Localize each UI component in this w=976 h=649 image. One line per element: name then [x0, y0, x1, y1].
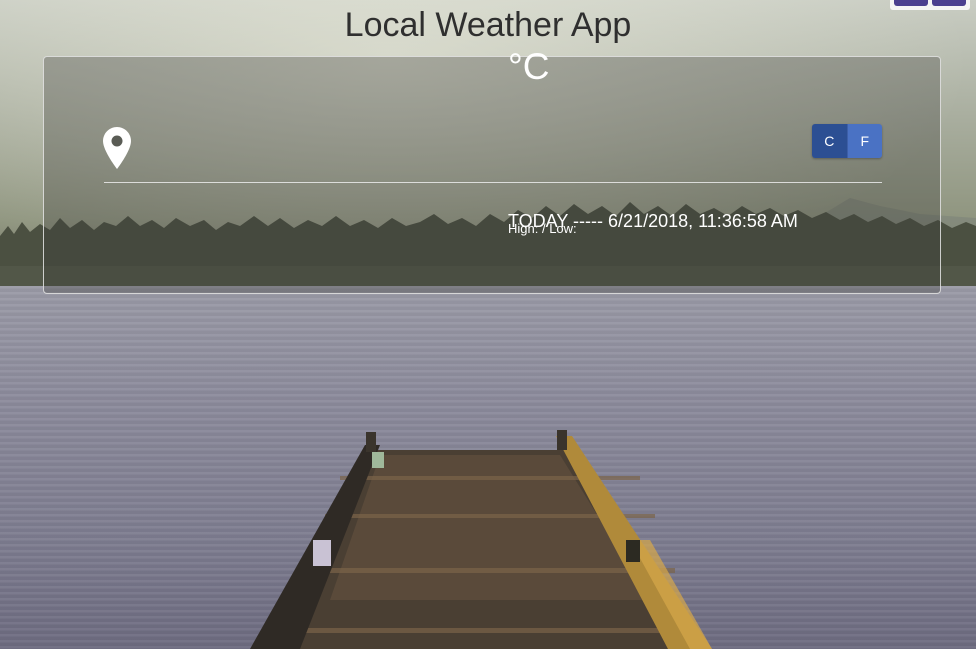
today-separator: -----	[573, 211, 604, 231]
celsius-button[interactable]: C	[812, 124, 847, 158]
high-low: High: / Low:	[508, 221, 577, 236]
temperature-unit: °C	[508, 46, 550, 87]
corner-widget-segment-right[interactable]	[932, 0, 966, 6]
temperature-display: °C	[508, 46, 550, 88]
corner-widget-segment-left[interactable]	[894, 0, 928, 6]
current-datetime: 6/21/2018, 11:36:58 AM	[608, 211, 798, 231]
weather-card	[43, 56, 941, 294]
unit-toggle[interactable]: C F	[812, 124, 882, 158]
fahrenheit-button[interactable]: F	[846, 124, 882, 158]
divider	[104, 182, 882, 183]
page-title: Local Weather App	[344, 6, 632, 44]
background-scene: Local Weather App °C C F TODAY ----- 6/2…	[0, 0, 976, 649]
map-marker-icon	[103, 127, 131, 169]
corner-widget[interactable]	[890, 0, 970, 10]
high-label: High:	[508, 221, 542, 236]
low-label: / Low:	[541, 221, 577, 236]
